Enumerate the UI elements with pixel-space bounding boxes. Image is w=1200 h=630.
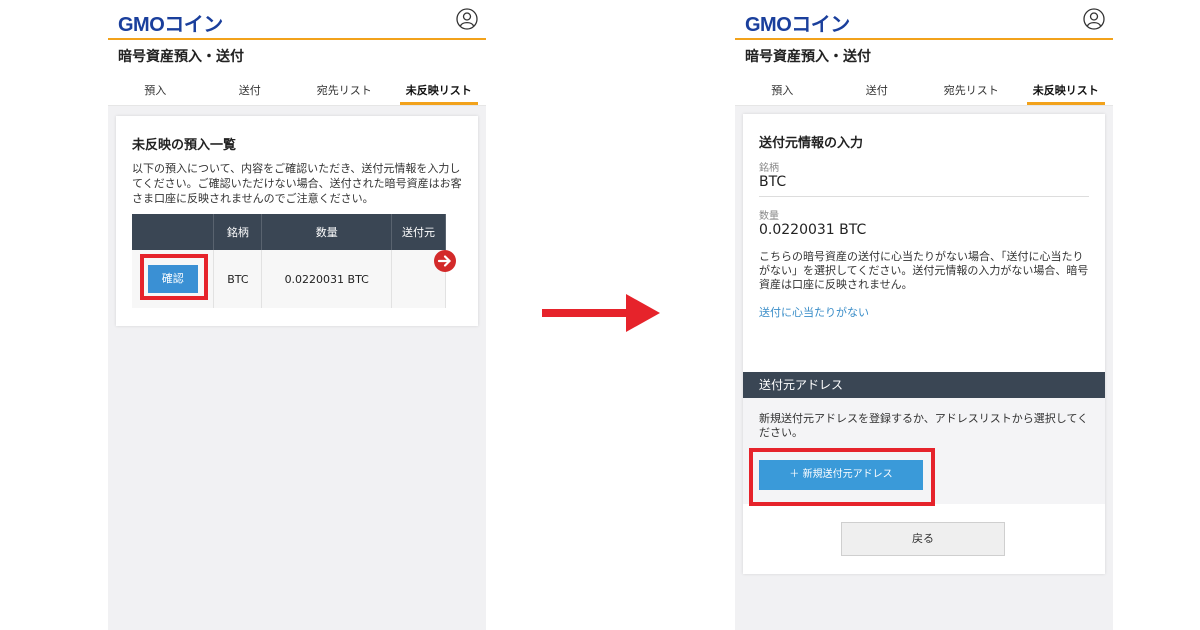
tab-bar: 預入 送付 宛先リスト 未反映リスト [108, 76, 486, 106]
section-description: 新規送付元アドレスを登録するか、アドレスリストから選択してください。 [759, 412, 1089, 439]
user-icon[interactable] [1083, 8, 1105, 30]
tab-bar: 預入 送付 宛先リスト 未反映リスト [735, 76, 1113, 106]
top-bar: GMOコイン [108, 0, 486, 40]
table-header-sender: 送付元 [391, 214, 446, 250]
table-header-action [132, 214, 215, 250]
back-button[interactable]: 戻る [841, 522, 1005, 556]
table-header-symbol: 銘柄 [213, 214, 263, 250]
tab-address-list[interactable]: 宛先リスト [297, 76, 392, 105]
amount-label: 数量 [759, 211, 779, 222]
sender-address-section: 新規送付元アドレスを登録するか、アドレスリストから選択してください。 ＋ 新規送… [743, 398, 1105, 506]
user-icon[interactable] [456, 8, 478, 30]
left-screen: GMOコイン 暗号資産預入・送付 預入 送付 宛先リスト 未反映リスト 未反映の… [108, 0, 486, 630]
unreflected-deposits-card: 未反映の預入一覧 以下の預入について、内容をご確認いただき、送付元情報を入力して… [116, 116, 478, 326]
table-header-amount: 数量 [261, 214, 393, 250]
card-heading: 送付元情報の入力 [759, 136, 864, 151]
tab-send[interactable]: 送付 [830, 76, 925, 105]
right-screen: GMOコイン 暗号資産預入・送付 預入 送付 宛先リスト 未反映リスト 送付元情… [735, 0, 1113, 630]
section-header-sender-address: 送付元アドレス [743, 372, 1105, 398]
gmo-coin-logo[interactable]: GMOコイン [118, 8, 223, 37]
arrow-right-icon [542, 294, 660, 332]
card-description: 以下の預入について、内容をご確認いただき、送付元情報を入力してください。ご確認い… [132, 162, 462, 205]
tab-send[interactable]: 送付 [203, 76, 298, 105]
arrow-right-icon[interactable] [434, 250, 456, 272]
highlight-box [749, 448, 935, 506]
top-bar: GMOコイン [735, 0, 1113, 40]
amount-cell: 0.0220031 BTC [261, 250, 393, 308]
no-idea-link[interactable]: 送付に心当たりがない [759, 304, 1089, 320]
tab-unreflected-list[interactable]: 未反映リスト [1019, 76, 1114, 105]
highlight-box [140, 254, 208, 300]
notice-text: こちらの暗号資産の送付に心当たりがない場合、「送付に心当たりがない」を選択してく… [759, 250, 1089, 291]
amount-value: 0.0220031 BTC [759, 222, 867, 238]
symbol-label: 銘柄 [759, 163, 779, 174]
tab-deposit[interactable]: 預入 [735, 76, 830, 105]
tab-address-list[interactable]: 宛先リスト [924, 76, 1019, 105]
tab-unreflected-list[interactable]: 未反映リスト [392, 76, 487, 105]
card-heading: 未反映の預入一覧 [132, 138, 237, 153]
symbol-value: BTC [759, 174, 1089, 197]
tab-deposit[interactable]: 預入 [108, 76, 203, 105]
page-title: 暗号資産預入・送付 [108, 40, 486, 76]
gmo-coin-logo[interactable]: GMOコイン [745, 8, 850, 37]
page-title: 暗号資産預入・送付 [735, 40, 1113, 76]
sender-info-card: 送付元情報の入力 銘柄 BTC 数量 0.0220031 BTC こちらの暗号資… [743, 114, 1105, 574]
symbol-cell: BTC [213, 250, 263, 308]
